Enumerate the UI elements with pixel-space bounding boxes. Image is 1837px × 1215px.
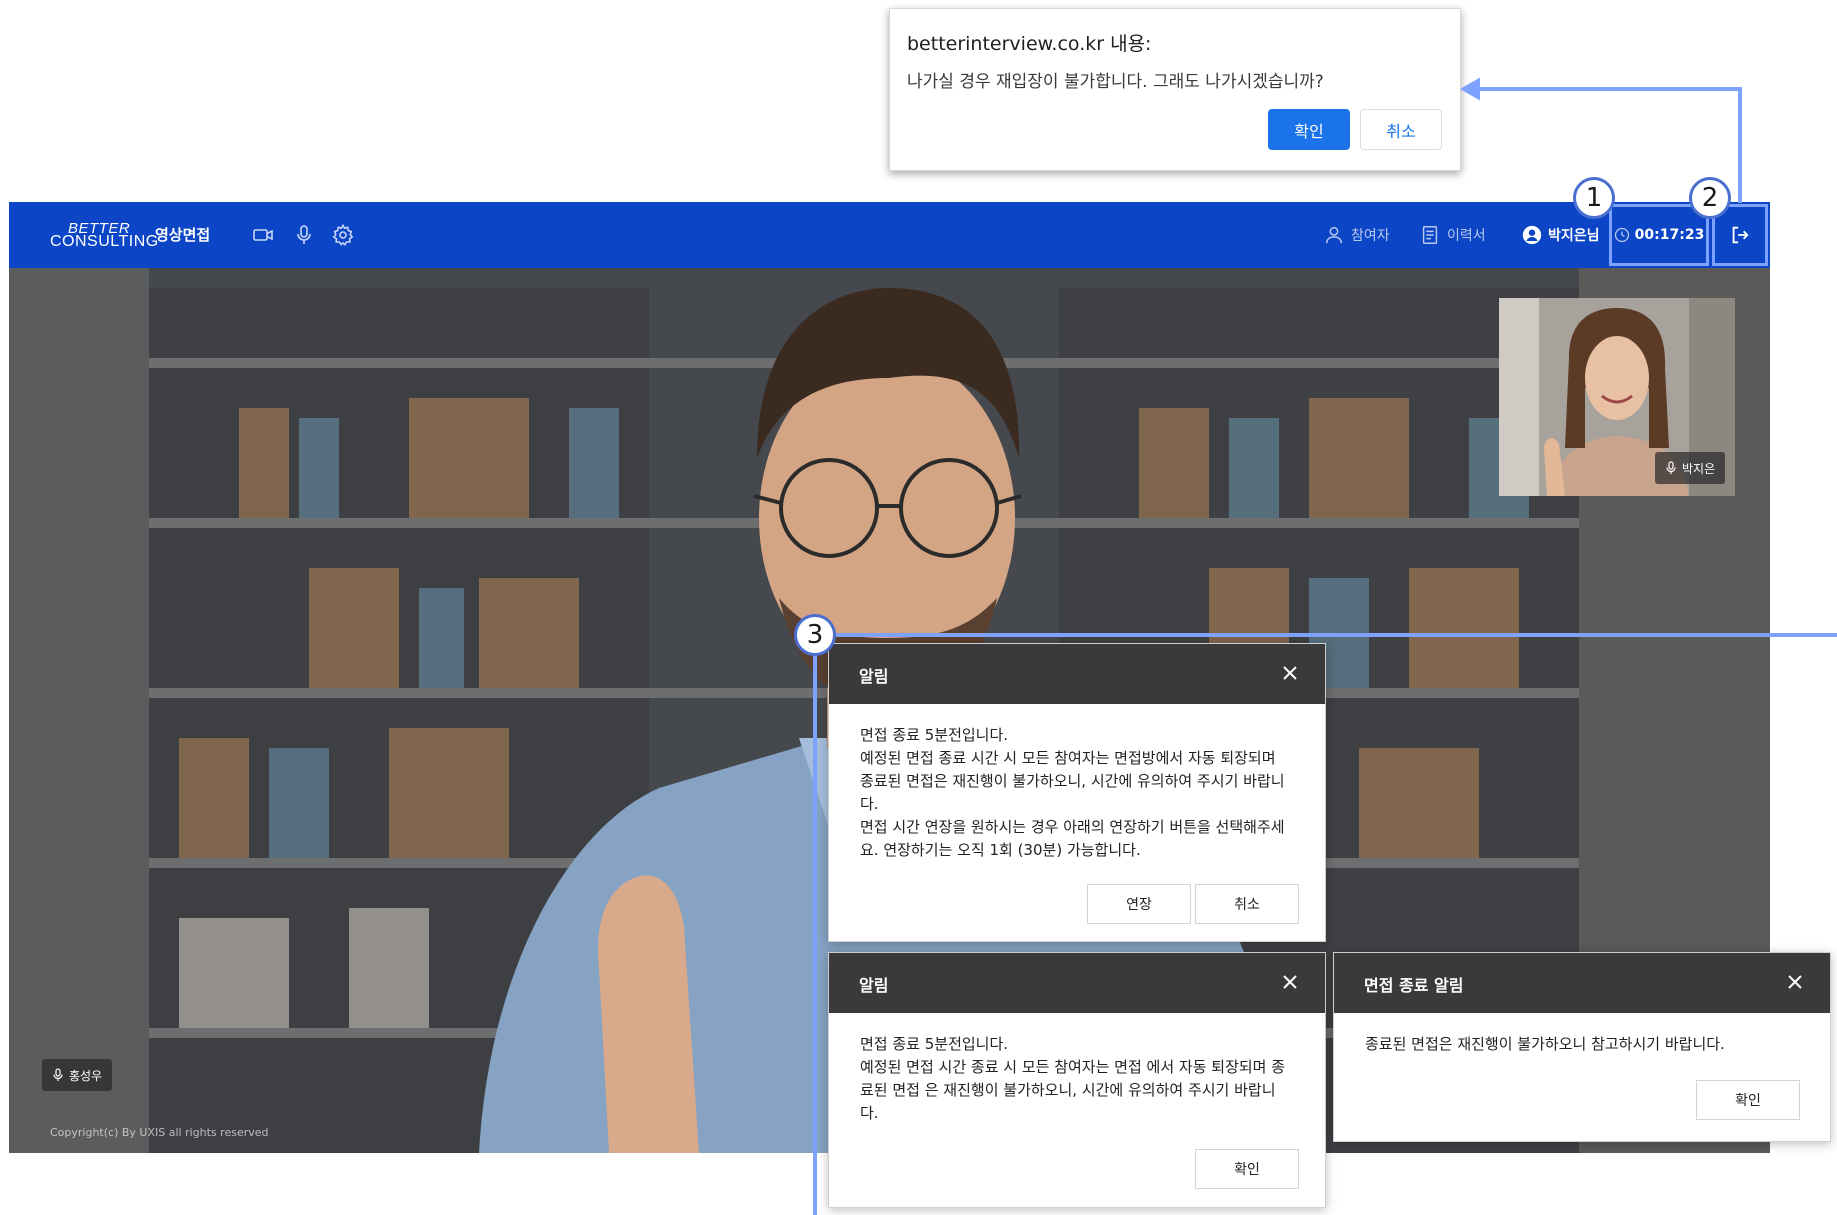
pip-video[interactable]: 박지은 (1499, 298, 1735, 496)
close-icon[interactable] (1784, 971, 1806, 993)
confirm-button[interactable]: 확인 (1195, 1149, 1299, 1189)
callout-2: 2 (1689, 177, 1731, 219)
dialog-confirm-button[interactable]: 확인 (1268, 109, 1350, 150)
warning-line: 다. (860, 1104, 879, 1122)
participants-label: 참여자 (1351, 228, 1390, 244)
callout-3: 3 (794, 614, 836, 656)
pip-speaker-name: 박지은 (1682, 461, 1716, 476)
logo: BETTER CONSULTING (50, 220, 158, 252)
user-avatar-icon (1522, 225, 1542, 245)
copyright: Copyright(c) By UXIS all rights reserved (50, 1126, 269, 1139)
exit-icon (1732, 226, 1749, 244)
timer-value: 00:17:23 (1634, 227, 1705, 243)
ended-modal-header: 면접 종료 알림 (1334, 953, 1830, 1013)
person-icon (1325, 226, 1343, 244)
logo-line2: CONSULTING (50, 233, 159, 250)
extend-modal-header: 알림 (829, 644, 1325, 704)
dialog-origin: betterinterview.co.kr 내용: (907, 33, 1152, 55)
extend-modal-title: 알림 (859, 667, 889, 686)
resume-button[interactable]: 이력서 (1419, 222, 1486, 248)
confirm-button[interactable]: 확인 (1696, 1080, 1800, 1120)
microphone-icon[interactable] (292, 223, 316, 247)
dialog-message: 나가실 경우 재입장이 불가합니다. 그래도 나가시겠습니까? (907, 72, 1324, 92)
warning-modal-header: 알림 (829, 953, 1325, 1013)
browser-confirm-dialog: betterinterview.co.kr 내용: 나가실 경우 재입장이 불가… (889, 8, 1461, 171)
warning-line: 예정된 면접 시간 종료 시 모든 참여자는 면접 에서 자동 퇴장되며 종 (860, 1058, 1286, 1076)
warning-modal-body: 면접 종료 5분전입니다. 예정된 면접 시간 종료 시 모든 참여자는 면접 … (860, 1033, 1297, 1125)
extend-line: 면접 시간 연장을 원하시는 경우 아래의 연장하기 버튼을 선택해주세 (860, 818, 1285, 836)
extend-line: 면접 종료 5분전입니다. (860, 726, 1009, 744)
extend-button[interactable]: 연장 (1087, 884, 1191, 924)
extend-modal: 알림 면접 종료 5분전입니다. 예정된 면접 종료 시간 시 모든 참여자는 … (828, 643, 1326, 942)
resume-label: 이력서 (1447, 228, 1486, 244)
warning-modal: 알림 면접 종료 5분전입니다. 예정된 면접 시간 종료 시 모든 참여자는 … (828, 952, 1326, 1208)
callout-1: 1 (1573, 177, 1615, 219)
pip-name-tag: 박지은 (1655, 452, 1726, 484)
document-icon (1422, 226, 1438, 244)
settings-icon[interactable] (331, 223, 355, 247)
user-name-label: 박지은님 (1548, 228, 1600, 244)
user-name: 박지은님 (1521, 222, 1600, 248)
cancel-button[interactable]: 취소 (1195, 884, 1299, 924)
extend-line: 다. (860, 795, 879, 813)
close-icon[interactable] (1279, 971, 1301, 993)
interview-timer: 00:17:23 (1609, 204, 1709, 266)
camera-icon[interactable] (251, 223, 275, 247)
participants-button[interactable]: 참여자 (1323, 222, 1390, 248)
ended-message: 종료된 면접은 재진행이 불가하오니 참고하시기 바랍니다. (1365, 1035, 1725, 1053)
clock-icon (1614, 227, 1629, 243)
main-name-tag: 홍성우 (42, 1059, 113, 1091)
extend-line: 요. 연장하기는 오직 1회 (30분) 가능합니다. (860, 841, 1141, 859)
extend-line: 종료된 면접은 재진행이 불가하오니, 시간에 유의하여 주시기 바랍니 (860, 772, 1285, 790)
warning-line: 면접 종료 5분전입니다. (860, 1035, 1009, 1053)
extend-line: 예정된 면접 종료 시간 시 모든 참여자는 면접방에서 자동 퇴장되며 (860, 749, 1276, 767)
ended-modal-body: 종료된 면접은 재진행이 불가하오니 참고하시기 바랍니다. (1365, 1033, 1802, 1056)
main-speaker-name: 홍성우 (69, 1068, 103, 1083)
ended-modal-title: 면접 종료 알림 (1364, 976, 1464, 995)
ended-modal: 면접 종료 알림 종료된 면접은 재진행이 불가하오니 참고하시기 바랍니다. … (1333, 952, 1831, 1142)
microphone-icon (1666, 461, 1676, 474)
close-icon[interactable] (1279, 662, 1301, 684)
microphone-icon (53, 1068, 63, 1081)
extend-modal-body: 면접 종료 5분전입니다. 예정된 면접 종료 시간 시 모든 참여자는 면접방… (860, 724, 1297, 862)
top-bar: BETTER CONSULTING 영상면접 참여자 이력서 박지은님 00:1… (9, 202, 1770, 268)
warning-line: 료된 면접 은 재진행이 불가하오니, 시간에 유의하여 주시기 바랍니 (860, 1081, 1276, 1099)
warning-modal-title: 알림 (859, 976, 889, 995)
dialog-cancel-button[interactable]: 취소 (1360, 109, 1442, 150)
app-name: 영상면접 (155, 226, 211, 244)
